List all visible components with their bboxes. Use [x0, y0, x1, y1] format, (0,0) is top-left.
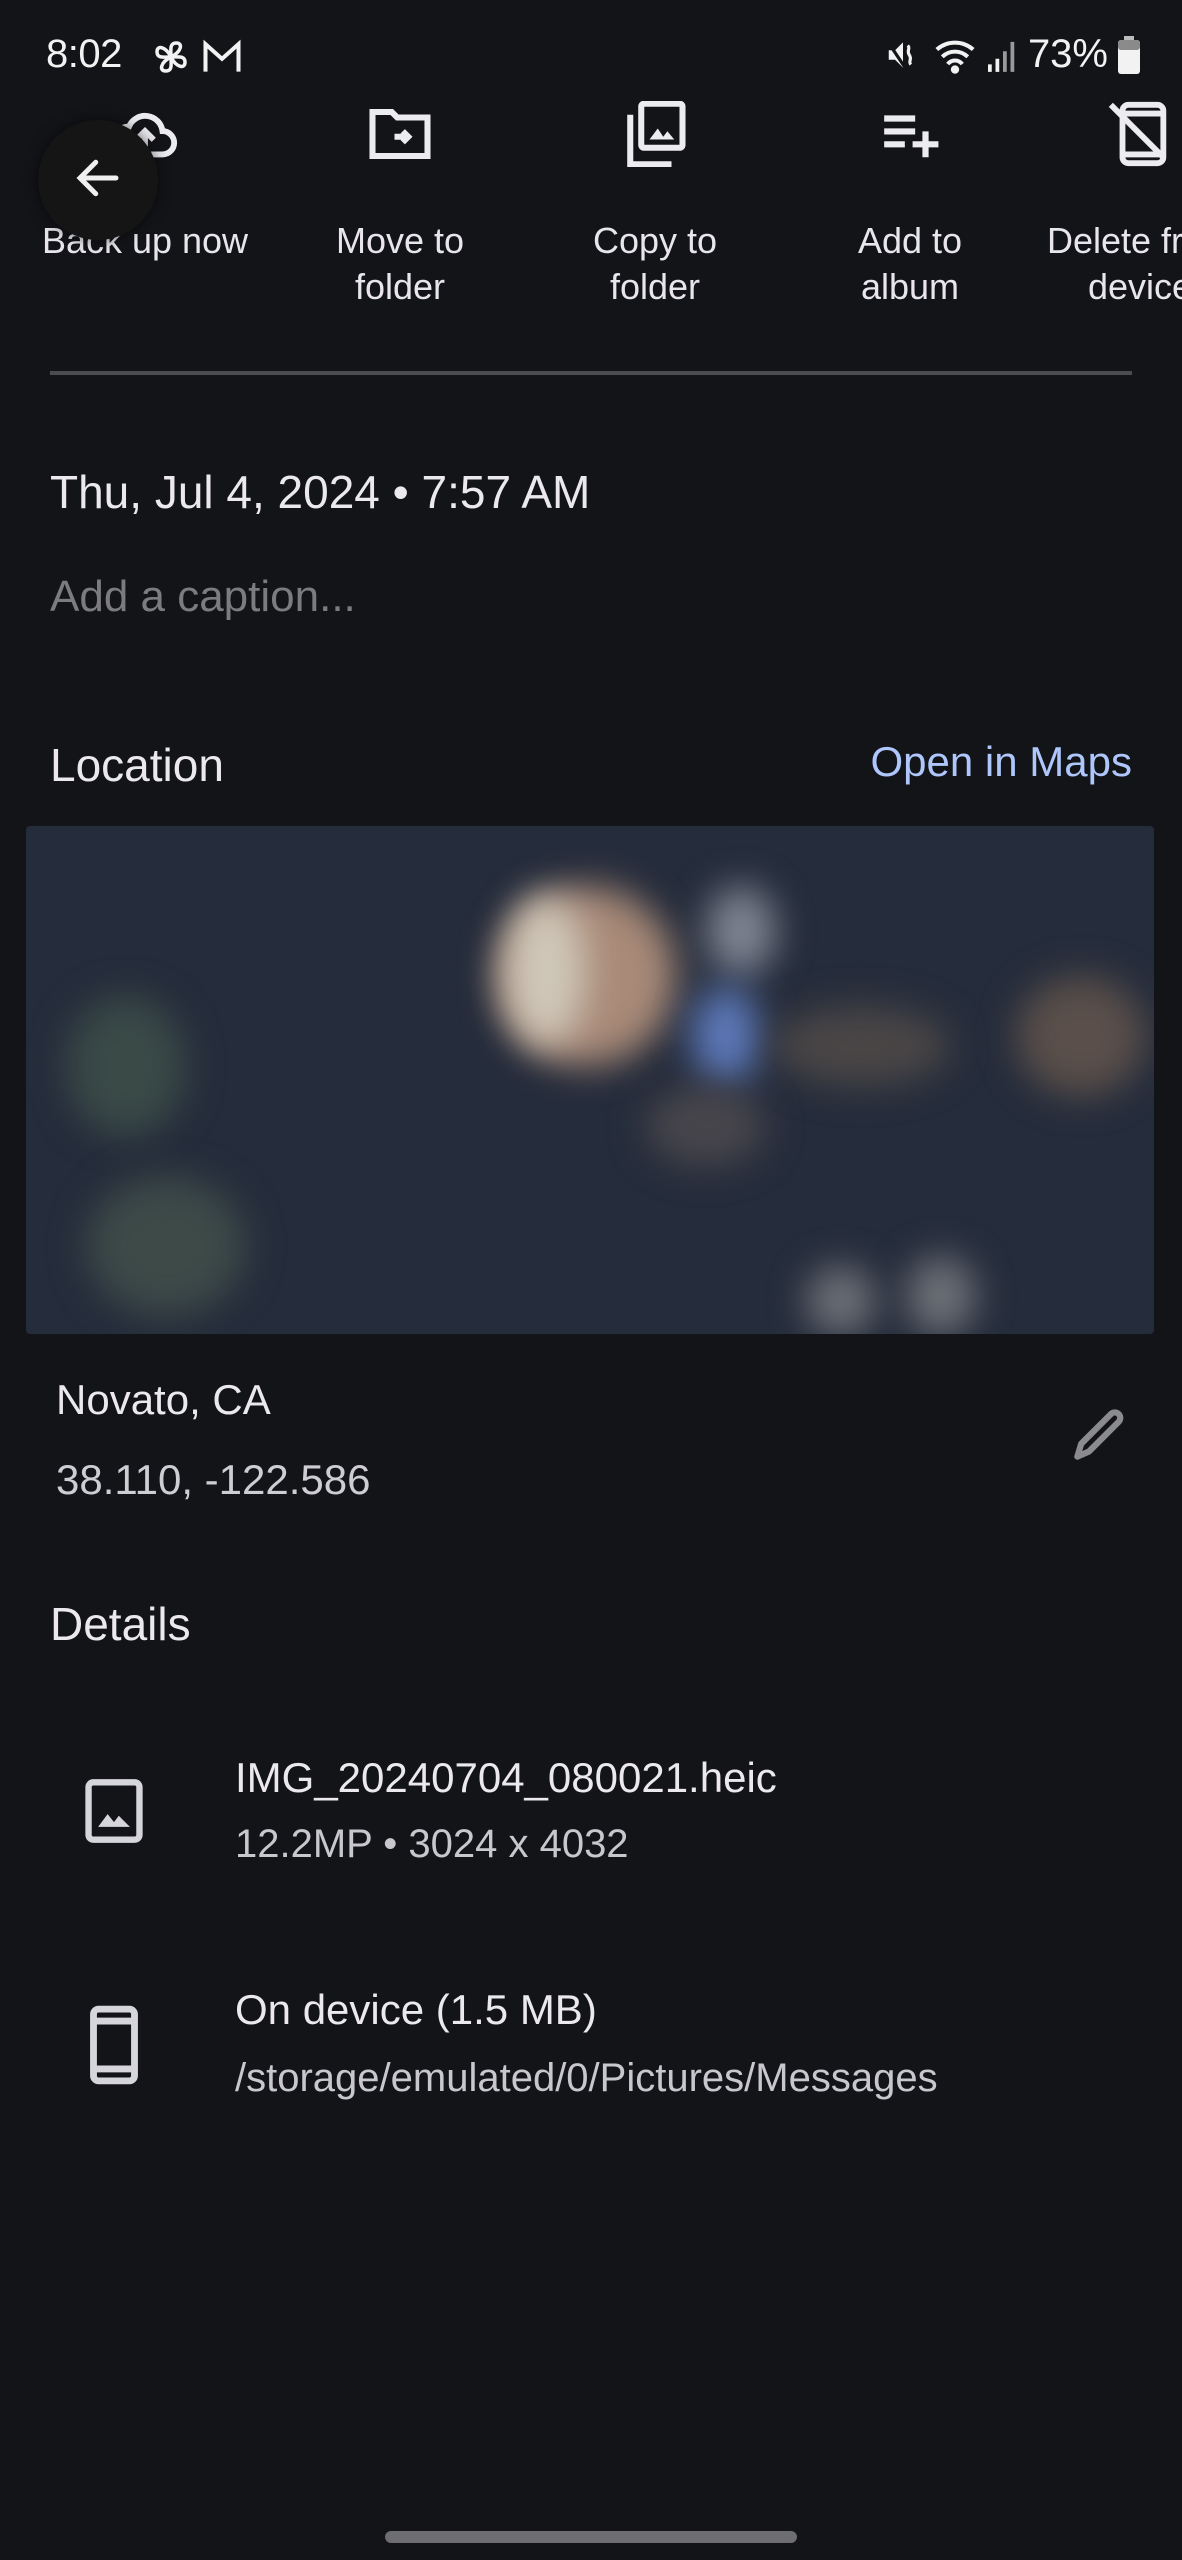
copy-to-folder-button[interactable]: Copy to folder: [545, 88, 765, 310]
status-time: 8:02: [46, 32, 122, 76]
signal-icon: [987, 38, 1018, 72]
location-map[interactable]: [26, 826, 1154, 1334]
mute-icon: [884, 35, 922, 75]
map-blob: [906, 1256, 976, 1334]
open-in-maps-link[interactable]: Open in Maps: [871, 738, 1132, 786]
map-blob: [771, 1006, 951, 1086]
map-blob: [506, 896, 586, 1046]
battery-level: 73%: [1027, 32, 1108, 76]
caption-input[interactable]: [50, 572, 1130, 622]
action-label: Delete from device: [1046, 220, 1182, 307]
edit-location-button[interactable]: [1058, 1398, 1138, 1478]
move-to-folder-icon: [290, 94, 510, 174]
delete-from-device-icon: [1010, 94, 1182, 174]
delete-from-device-button[interactable]: Delete from device: [1010, 88, 1182, 310]
add-to-album-button[interactable]: Add to album: [800, 88, 1020, 310]
details-heading: Details: [50, 1598, 191, 1650]
phone-icon: [74, 2000, 154, 2090]
photo-datetime[interactable]: Thu, Jul 4, 2024 • 7:57 AM: [50, 465, 590, 519]
image-icon: [74, 1766, 154, 1856]
action-label: Add to album: [857, 220, 963, 307]
storage-path: /storage/emulated/0/Pictures/Messages: [235, 2056, 938, 2100]
location-heading: Location: [50, 739, 224, 791]
location-place: Novato, CA: [56, 1376, 271, 1423]
file-info: 12.2MP • 3024 x 4032: [235, 1822, 629, 1866]
move-to-folder-button[interactable]: Move to folder: [290, 88, 510, 310]
copy-to-folder-icon: [545, 94, 765, 174]
map-blob: [646, 1086, 766, 1166]
map-blob: [1016, 976, 1146, 1096]
gmail-icon: [200, 38, 244, 76]
playlist-add-icon: [800, 94, 1020, 174]
back-button[interactable]: [38, 120, 158, 240]
map-blob: [66, 996, 186, 1136]
action-label: Copy to folder: [592, 220, 718, 307]
status-bar: 8:02 73%: [0, 28, 1182, 84]
location-coordinates: 38.110, -122.586: [56, 1456, 371, 1503]
divider: [50, 371, 1132, 375]
map-blob: [691, 986, 761, 1086]
file-name: IMG_20240704_080021.heic: [235, 1754, 777, 1801]
action-bar: Back up now Move to folder Copy to folde…: [0, 88, 1182, 308]
arrow-back-icon: [71, 151, 125, 210]
pencil-icon: [1067, 1405, 1129, 1472]
map-blob: [806, 1266, 876, 1334]
storage-title: On device (1.5 MB): [235, 1986, 597, 2033]
battery-icon: [1118, 35, 1140, 74]
pinwheel-icon: [150, 36, 192, 78]
map-blob: [86, 1176, 246, 1316]
map-blob: [706, 886, 776, 976]
wifi-icon: [932, 35, 978, 75]
action-label: Move to folder: [335, 220, 465, 307]
home-gesture-bar[interactable]: [385, 2531, 797, 2543]
